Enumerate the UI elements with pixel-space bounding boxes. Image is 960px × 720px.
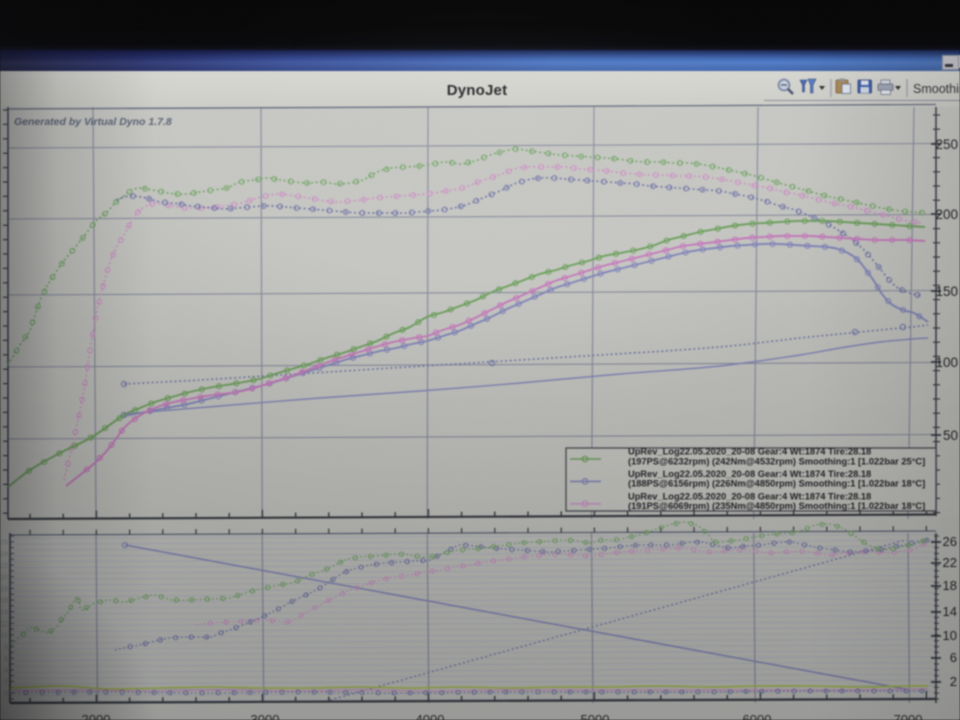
svg-text:2000: 2000 <box>82 712 111 720</box>
svg-text:UpRev_Log22.05.2020_20-08 Gear: UpRev_Log22.05.2020_20-08 Gear:4 Wt:1874… <box>628 469 871 479</box>
svg-text:18: 18 <box>943 578 957 593</box>
svg-text:2: 2 <box>950 674 957 689</box>
svg-text:200: 200 <box>935 207 958 222</box>
svg-text:4000: 4000 <box>416 712 445 720</box>
svg-text:14: 14 <box>943 604 957 619</box>
svg-text:5000: 5000 <box>581 712 610 720</box>
svg-text:22: 22 <box>0 563 8 570</box>
svg-text:100: 100 <box>935 355 958 370</box>
svg-text:14: 14 <box>0 609 8 616</box>
svg-text:250: 250 <box>935 137 958 152</box>
svg-text:UpRev_Log22.05.2020_20-08 Gear: UpRev_Log22.05.2020_20-08 Gear:4 Wt:1874… <box>628 491 871 501</box>
svg-text:26: 26 <box>0 540 8 547</box>
svg-text:24: 24 <box>0 551 8 558</box>
svg-text:(197PS@6232rpm) (242Nm@4532rpm: (197PS@6232rpm) (242Nm@4532rpm) Smoothin… <box>628 456 925 466</box>
svg-text:6000: 6000 <box>743 712 772 720</box>
svg-text:0: 0 <box>4 691 8 698</box>
svg-text:10: 10 <box>943 628 957 643</box>
svg-text:18: 18 <box>0 586 8 593</box>
svg-text:4: 4 <box>4 668 8 675</box>
svg-text:6: 6 <box>950 650 957 665</box>
svg-text:8: 8 <box>4 644 8 651</box>
svg-text:(188PS@6156rpm) (226Nm@4850rpm: (188PS@6156rpm) (226Nm@4850rpm) Smoothin… <box>628 479 925 489</box>
svg-text:6: 6 <box>4 656 8 663</box>
svg-text:50: 50 <box>943 428 958 443</box>
svg-text:16: 16 <box>0 598 8 605</box>
svg-text:26: 26 <box>943 534 957 549</box>
svg-text:12: 12 <box>0 621 8 628</box>
svg-text:(191PS@6069rpm) (235Nm@4850rpm: (191PS@6069rpm) (235Nm@4850rpm) Smoothin… <box>628 501 925 511</box>
svg-text:2: 2 <box>4 679 8 686</box>
svg-text:Generated by Virtual Dyno 1.7.: Generated by Virtual Dyno 1.7.8 <box>14 116 172 128</box>
svg-text:150: 150 <box>935 284 958 299</box>
svg-text:3000: 3000 <box>251 712 280 720</box>
svg-text:22: 22 <box>943 555 957 570</box>
svg-text:20: 20 <box>0 574 8 581</box>
svg-text:UpRev_Log22.05.2020_20-08 Gear: UpRev_Log22.05.2020_20-08 Gear:4 Wt:1874… <box>628 447 871 457</box>
svg-text:10: 10 <box>0 633 8 640</box>
svg-text:7000: 7000 <box>894 712 923 720</box>
